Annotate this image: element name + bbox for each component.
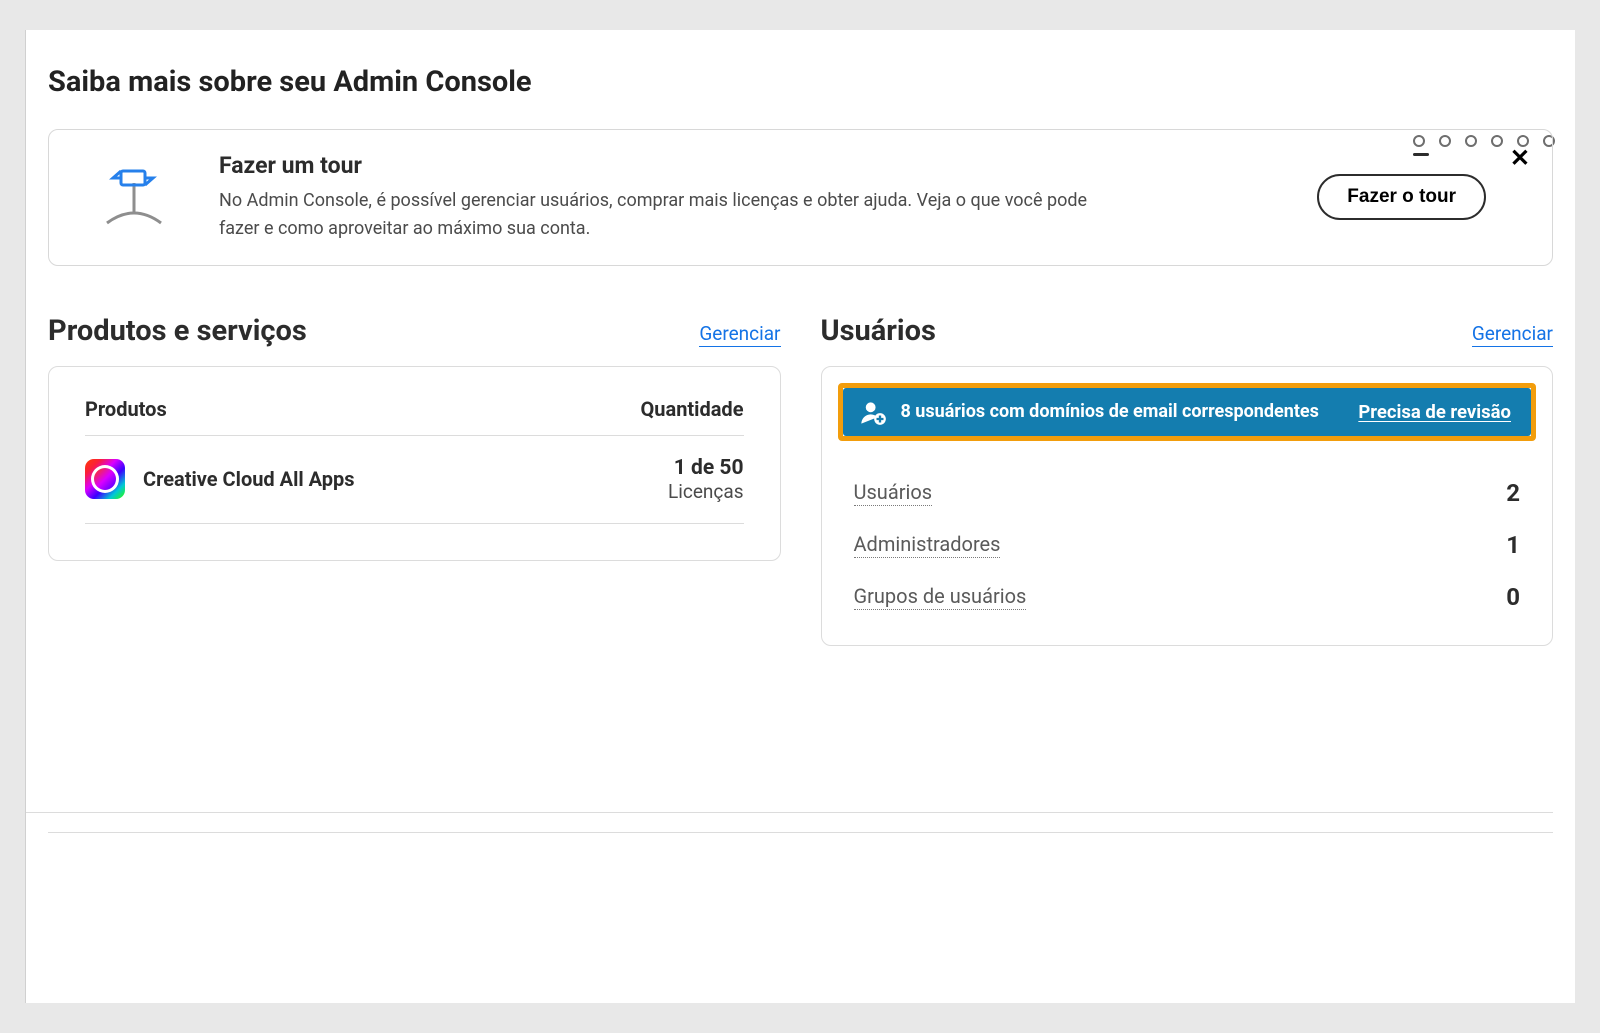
divider xyxy=(48,832,1553,833)
products-manage-link[interactable]: Gerenciar xyxy=(699,322,780,347)
user-add-icon xyxy=(859,398,887,426)
signpost-icon xyxy=(101,165,167,229)
creative-cloud-icon xyxy=(85,459,125,499)
review-banner: 8 usuários com domínios de email corresp… xyxy=(843,388,1532,436)
divider xyxy=(26,812,1553,813)
tour-card: ✕ Fazer um tour No Admin Console, é poss… xyxy=(48,129,1553,266)
groups-count: 0 xyxy=(1506,583,1520,611)
tour-title: Fazer um tour xyxy=(219,152,1287,179)
users-count: 2 xyxy=(1506,479,1520,507)
take-tour-button[interactable]: Fazer o tour xyxy=(1317,174,1486,220)
product-row[interactable]: Creative Cloud All Apps 1 de 50 Licenças xyxy=(85,436,744,524)
products-section: Produtos e serviços Gerenciar Produtos Q… xyxy=(48,314,781,646)
tour-description: No Admin Console, é possível gerenciar u… xyxy=(219,187,1119,243)
users-panel: 8 usuários com domínios de email corresp… xyxy=(821,366,1554,646)
product-count: 1 de 50 xyxy=(668,456,743,480)
groups-label: Grupos de usuários xyxy=(854,584,1027,610)
admins-count: 1 xyxy=(1506,531,1520,559)
tour-illustration xyxy=(79,165,189,229)
needs-review-link[interactable]: Precisa de revisão xyxy=(1358,401,1511,423)
product-name: Creative Cloud All Apps xyxy=(143,467,355,491)
users-label: Usuários xyxy=(854,480,933,506)
review-banner-highlight: 8 usuários com domínios de email corresp… xyxy=(838,383,1537,441)
users-heading: Usuários xyxy=(821,314,936,348)
admins-label: Administradores xyxy=(854,532,1001,558)
users-row-users[interactable]: Usuários 2 xyxy=(854,469,1521,521)
product-unit: Licenças xyxy=(668,480,743,503)
close-icon[interactable]: ✕ xyxy=(1510,144,1530,173)
users-row-admins[interactable]: Administradores 1 xyxy=(854,521,1521,573)
review-banner-text: 8 usuários com domínios de email corresp… xyxy=(901,400,1345,423)
users-section: Usuários Gerenciar 8 usuários com domíni… xyxy=(821,314,1554,646)
users-manage-link[interactable]: Gerenciar xyxy=(1472,322,1553,347)
col-header-qty: Quantidade xyxy=(641,397,744,421)
products-heading: Produtos e serviços xyxy=(48,314,307,348)
page-title: Saiba mais sobre seu Admin Console xyxy=(48,65,1553,99)
products-panel: Produtos Quantidade Creative Cloud All A… xyxy=(48,366,781,561)
admin-console-page: Saiba mais sobre seu Admin Console ✕ Faz… xyxy=(25,30,1575,1003)
users-row-groups[interactable]: Grupos de usuários 0 xyxy=(854,573,1521,625)
col-header-product: Produtos xyxy=(85,397,167,421)
